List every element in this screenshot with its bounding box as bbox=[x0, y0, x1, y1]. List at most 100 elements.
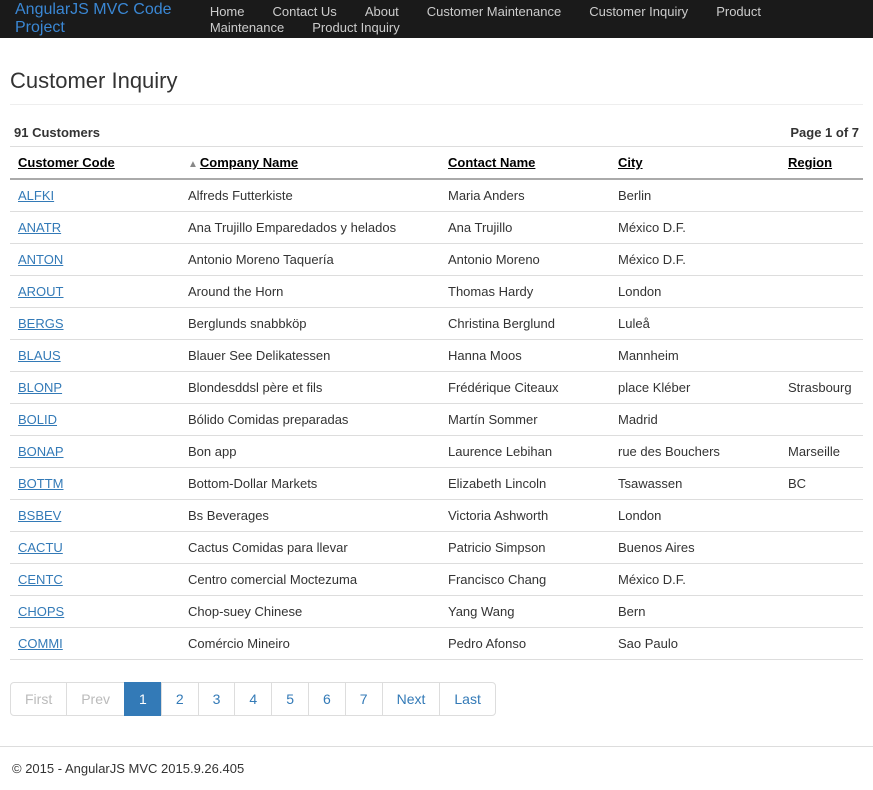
table-row: CENTCCentro comercial MoctezumaFrancisco… bbox=[10, 564, 863, 596]
cell-region bbox=[780, 404, 863, 436]
cell-region bbox=[780, 628, 863, 660]
page-prev[interactable]: Prev bbox=[66, 682, 125, 716]
col-customer-code[interactable]: Customer Code bbox=[18, 155, 115, 170]
cell-contact: Martín Sommer bbox=[440, 404, 610, 436]
page-last[interactable]: Last bbox=[439, 682, 495, 716]
cell-city: Mannheim bbox=[610, 340, 780, 372]
cell-company: Around the Horn bbox=[180, 276, 440, 308]
cell-region bbox=[780, 564, 863, 596]
cell-region bbox=[780, 532, 863, 564]
page-3[interactable]: 3 bbox=[198, 682, 236, 716]
col-city[interactable]: City bbox=[618, 155, 643, 170]
pagination: First Prev 1234567 Next Last bbox=[10, 682, 863, 716]
customer-code-link[interactable]: AROUT bbox=[18, 284, 64, 299]
customer-code-link[interactable]: CENTC bbox=[18, 572, 63, 587]
navbar: AngularJS MVC Code Project Home Contact U… bbox=[0, 0, 873, 38]
page-next[interactable]: Next bbox=[382, 682, 441, 716]
customer-code-link[interactable]: ALFKI bbox=[18, 188, 54, 203]
cell-company: Alfreds Futterkiste bbox=[180, 179, 440, 212]
customer-count: 91 Customers bbox=[14, 125, 100, 140]
page-indicator: Page 1 of 7 bbox=[790, 125, 859, 140]
col-region[interactable]: Region bbox=[788, 155, 832, 170]
customer-code-link[interactable]: BONAP bbox=[18, 444, 64, 459]
cell-company: Berglunds snabbköp bbox=[180, 308, 440, 340]
page-first[interactable]: First bbox=[10, 682, 67, 716]
table-row: BSBEVBs BeveragesVictoria AshworthLondon bbox=[10, 500, 863, 532]
cell-contact: Francisco Chang bbox=[440, 564, 610, 596]
page-5[interactable]: 5 bbox=[271, 682, 309, 716]
table-row: BLONP Blondesddsl père et filsFrédérique … bbox=[10, 372, 863, 404]
cell-contact: Elizabeth Lincoln bbox=[440, 468, 610, 500]
cell-company: Bon app bbox=[180, 436, 440, 468]
nav-item-home[interactable]: Home bbox=[210, 4, 245, 19]
customer-code-link[interactable]: COMMI bbox=[18, 636, 63, 651]
cell-contact: Maria Anders bbox=[440, 179, 610, 212]
cell-region: Marseille bbox=[780, 436, 863, 468]
customer-code-link[interactable]: ANTON bbox=[18, 252, 63, 267]
cell-region bbox=[780, 500, 863, 532]
cell-city: Buenos Aires bbox=[610, 532, 780, 564]
nav-item-product-inquiry[interactable]: Product Inquiry bbox=[312, 20, 399, 35]
cell-company: Blondesddsl père et fils bbox=[180, 372, 440, 404]
table-row: BOTTM Bottom-Dollar MarketsElizabeth Linc… bbox=[10, 468, 863, 500]
cell-company: Chop-suey Chinese bbox=[180, 596, 440, 628]
cell-region bbox=[780, 212, 863, 244]
nav-item-customer-inquiry[interactable]: Customer Inquiry bbox=[589, 4, 688, 19]
table-row: CACTUCactus Comidas para llevarPatricio … bbox=[10, 532, 863, 564]
page-4[interactable]: 4 bbox=[234, 682, 272, 716]
cell-company: Comércio Mineiro bbox=[180, 628, 440, 660]
col-company-name[interactable]: Company Name bbox=[200, 155, 298, 170]
cell-contact: Antonio Moreno bbox=[440, 244, 610, 276]
cell-city: Bern bbox=[610, 596, 780, 628]
nav-item-about[interactable]: About bbox=[365, 4, 399, 19]
sort-asc-icon: ▲ bbox=[188, 159, 198, 170]
cell-company: Bottom-Dollar Markets bbox=[180, 468, 440, 500]
customer-code-link[interactable]: CHOPS bbox=[18, 604, 64, 619]
cell-contact: Thomas Hardy bbox=[440, 276, 610, 308]
page-6[interactable]: 6 bbox=[308, 682, 346, 716]
cell-company: Blauer See Delikatessen bbox=[180, 340, 440, 372]
customer-code-link[interactable]: CACTU bbox=[18, 540, 63, 555]
cell-company: Bólido Comidas preparadas bbox=[180, 404, 440, 436]
cell-region: BC bbox=[780, 468, 863, 500]
customer-code-link[interactable]: BLAUS bbox=[18, 348, 61, 363]
page-7[interactable]: 7 bbox=[345, 682, 383, 716]
page-2[interactable]: 2 bbox=[161, 682, 199, 716]
customer-code-link[interactable]: BERGS bbox=[18, 316, 64, 331]
customer-code-link[interactable]: BLONP bbox=[18, 380, 62, 395]
cell-city: London bbox=[610, 500, 780, 532]
cell-region bbox=[780, 179, 863, 212]
cell-contact: Victoria Ashworth bbox=[440, 500, 610, 532]
customer-code-link[interactable]: BOTTM bbox=[18, 476, 64, 491]
customer-code-link[interactable]: BSBEV bbox=[18, 508, 61, 523]
cell-city: Madrid bbox=[610, 404, 780, 436]
cell-contact: Laurence Lebihan bbox=[440, 436, 610, 468]
cell-city: Tsawassen bbox=[610, 468, 780, 500]
customer-code-link[interactable]: BOLID bbox=[18, 412, 57, 427]
cell-contact: Ana Trujillo bbox=[440, 212, 610, 244]
cell-city: Berlin bbox=[610, 179, 780, 212]
nav-item-contact-us[interactable]: Contact Us bbox=[273, 4, 337, 19]
cell-contact: Hanna Moos bbox=[440, 340, 610, 372]
table-row: COMMIComércio MineiroPedro AfonsoSao Pau… bbox=[10, 628, 863, 660]
cell-company: Ana Trujillo Emparedados y helados bbox=[180, 212, 440, 244]
customer-code-link[interactable]: ANATR bbox=[18, 220, 61, 235]
table-row: BERGSBerglunds snabbköpChristina Berglun… bbox=[10, 308, 863, 340]
cell-contact: Frédérique Citeaux bbox=[440, 372, 610, 404]
page-1[interactable]: 1 bbox=[124, 682, 162, 716]
cell-region bbox=[780, 308, 863, 340]
navbar-brand[interactable]: AngularJS MVC Code Project bbox=[15, 1, 192, 37]
cell-region bbox=[780, 244, 863, 276]
table-row: BOLID Bólido Comidas preparadasMartín Som… bbox=[10, 404, 863, 436]
table-row: ALFKI Alfreds FutterkisteMaria AndersBerl… bbox=[10, 179, 863, 212]
customer-table: Customer Code ▲Company Name Contact Name… bbox=[10, 146, 863, 660]
cell-city: place Kléber bbox=[610, 372, 780, 404]
nav-item-customer-maintenance[interactable]: Customer Maintenance bbox=[427, 4, 561, 19]
col-contact-name[interactable]: Contact Name bbox=[448, 155, 535, 170]
cell-city: Luleå bbox=[610, 308, 780, 340]
table-row: ANATR Ana Trujillo Emparedados y heladosA… bbox=[10, 212, 863, 244]
table-row: AROUT Around the HornThomas HardyLondon bbox=[10, 276, 863, 308]
cell-city: rue des Bouchers bbox=[610, 436, 780, 468]
cell-region: Strasbourg bbox=[780, 372, 863, 404]
cell-city: London bbox=[610, 276, 780, 308]
